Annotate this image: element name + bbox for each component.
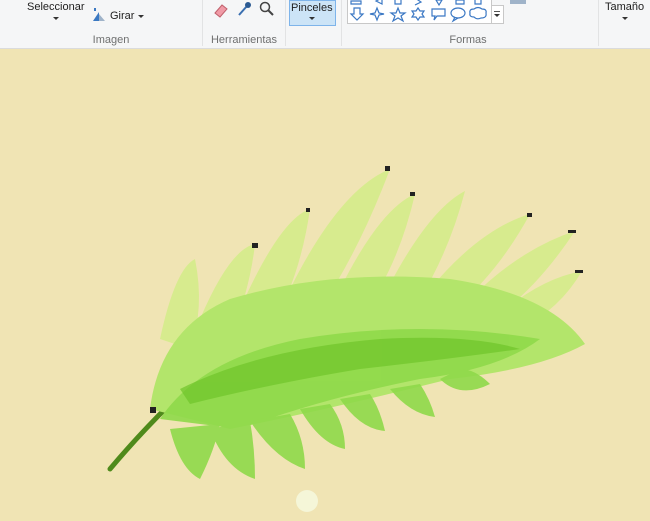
leaf-stem [107, 401, 173, 472]
group-label-image: Imagen [92, 34, 130, 46]
shapes-gallery-more-button[interactable] [491, 5, 504, 24]
ribbon: Seleccionar Girar Imagen Herramientas Pi… [0, 0, 650, 49]
select-button[interactable]: Seleccionar [27, 1, 84, 13]
rotate-dropdown-caret[interactable] [138, 15, 144, 18]
drawing-canvas[interactable] [0, 49, 650, 516]
rotate-icon [93, 8, 105, 21]
group-separator [341, 0, 342, 46]
size-button[interactable]: Tamaño [605, 1, 644, 13]
group-separator [598, 0, 599, 46]
group-separator [202, 0, 203, 46]
leaf-painting [107, 166, 585, 479]
outline-button[interactable] [510, 0, 526, 4]
group-separator [285, 0, 286, 46]
select-dropdown-caret[interactable] [53, 17, 59, 20]
brushes-dropdown-caret[interactable] [309, 17, 315, 20]
shapes-gallery[interactable] [347, 0, 492, 24]
eraser-icon[interactable] [213, 2, 229, 18]
color-picker-icon[interactable] [236, 1, 252, 17]
group-label-shapes: Formas [449, 34, 487, 46]
brush-cursor [296, 490, 318, 512]
group-label-tools: Herramientas [210, 34, 278, 46]
shapes-gallery-icons [349, 0, 487, 23]
magnifier-icon[interactable] [259, 1, 275, 17]
brushes-label: Pinceles [291, 2, 333, 14]
rotate-button[interactable]: Girar [110, 10, 134, 22]
size-dropdown-caret[interactable] [622, 17, 628, 20]
